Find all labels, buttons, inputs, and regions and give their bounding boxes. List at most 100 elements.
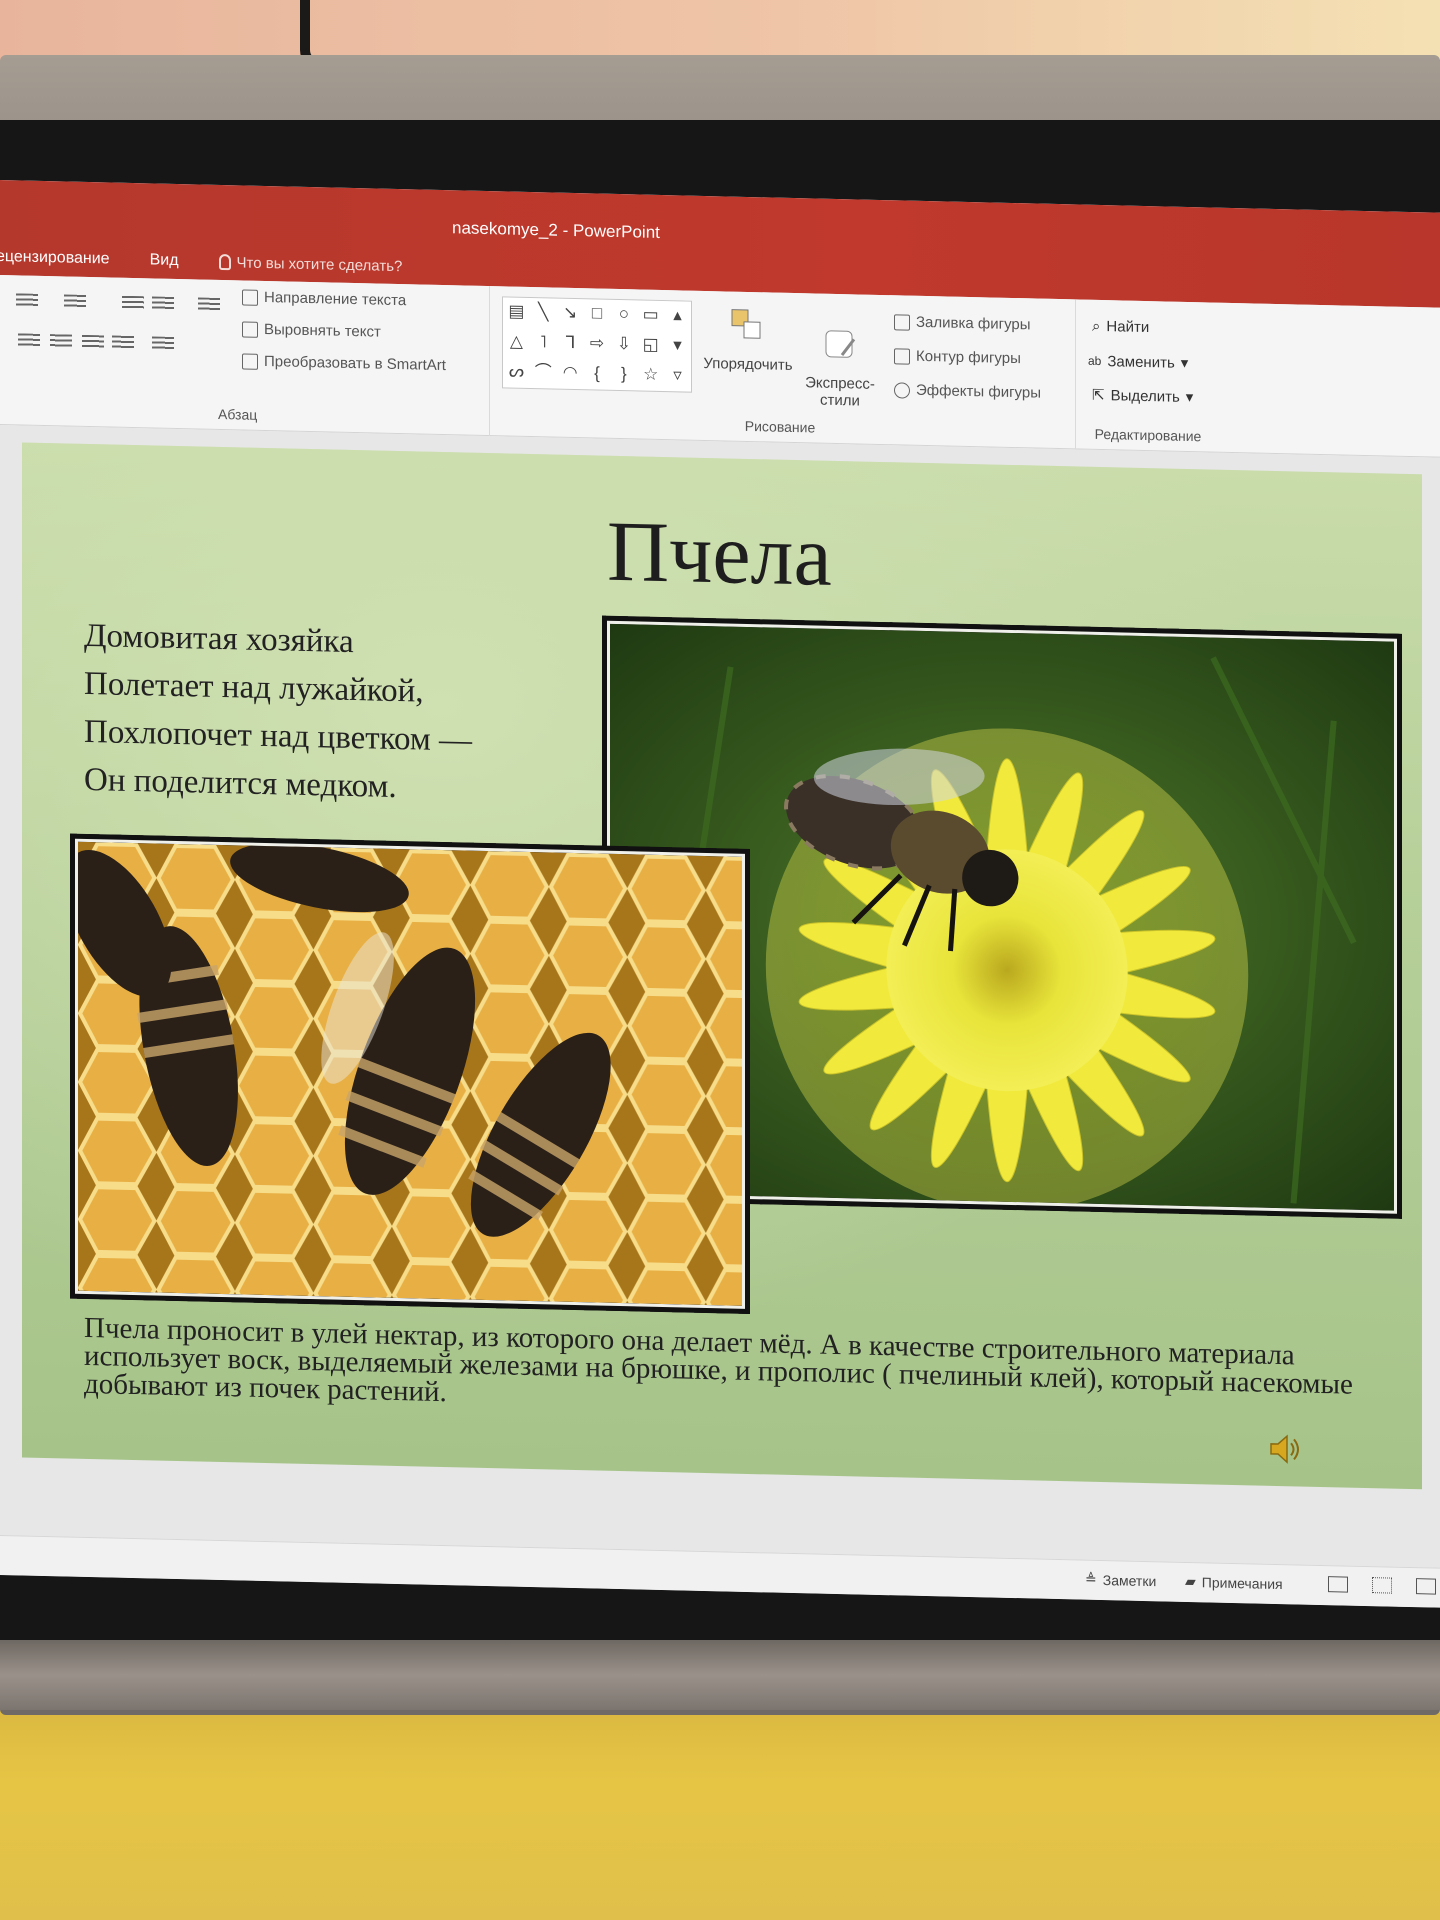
- drawing-group-label: Рисование: [744, 417, 816, 436]
- pencil-icon: [894, 347, 910, 365]
- find-label: Найти: [1106, 318, 1150, 337]
- rounded-rect-shape-icon[interactable]: ▭: [637, 300, 664, 331]
- decrease-indent-icon[interactable]: [122, 295, 144, 311]
- shape-fill-label: Заливка фигуры: [916, 313, 1031, 334]
- text-direction-icon: [242, 288, 258, 306]
- right-brace-shape-icon[interactable]: }: [610, 360, 637, 391]
- shape-outline-label: Контур фигуры: [916, 347, 1021, 368]
- tab-view[interactable]: Вид: [150, 251, 179, 270]
- justify-icon[interactable]: [112, 335, 134, 351]
- normal-view-icon[interactable]: [1328, 1576, 1348, 1593]
- down-arrow-shape-icon[interactable]: ⇩: [610, 330, 637, 361]
- notes-label: Заметки: [1102, 1571, 1157, 1589]
- oval-shape-icon[interactable]: ○: [610, 300, 637, 331]
- slide-sorter-icon[interactable]: [1372, 1577, 1392, 1594]
- slide[interactable]: Пчела Домовитая хозяйка Полетает над луж…: [22, 442, 1422, 1490]
- paragraph-group-label: Абзац: [218, 405, 258, 423]
- powerpoint-window: nasekomye_2 - PowerPoint ецензирование В…: [0, 180, 1440, 1608]
- textbox-shape-icon[interactable]: ▤: [503, 297, 530, 328]
- select-button[interactable]: ⇱ Выделить ▾: [1092, 386, 1193, 406]
- poem-line: Похлопочет над цветком —: [84, 713, 473, 759]
- lightbulb-icon: [218, 253, 231, 271]
- quick-styles-icon: [825, 330, 856, 358]
- scroll-up-icon[interactable]: ▴: [664, 301, 691, 332]
- align-left-icon[interactable]: [18, 333, 40, 348]
- arc-shape-icon[interactable]: ◠: [557, 359, 584, 390]
- notes-icon: ≜: [1085, 1570, 1097, 1587]
- tell-me-box[interactable]: Что вы хотите сделать?: [218, 253, 403, 275]
- callout-shape-icon[interactable]: ◱: [637, 330, 664, 361]
- poem-textbox[interactable]: Домовитая хозяйка Полетает над лужайкой,…: [84, 612, 472, 813]
- right-arrow-shape-icon[interactable]: ⇨: [584, 329, 611, 360]
- tell-me-placeholder: Что вы хотите сделать?: [236, 253, 403, 275]
- comments-button[interactable]: ▰ Примечания: [1185, 1573, 1283, 1592]
- rectangle-shape-icon[interactable]: □: [584, 299, 611, 330]
- align-text-button[interactable]: Выровнять текст: [242, 320, 381, 341]
- chevron-down-icon: ▾: [1185, 388, 1194, 407]
- align-text-label: Выровнять текст: [264, 320, 381, 341]
- editing-group-label: Редактирование: [1094, 425, 1202, 445]
- speaker-icon[interactable]: [1267, 1431, 1303, 1468]
- text-direction-button[interactable]: Направление текста: [242, 288, 406, 309]
- paragraph-group: Направление текста Выровнять текст Преоб…: [0, 275, 490, 437]
- elbow-connector-icon[interactable]: ᒣ: [557, 329, 584, 360]
- freeform-shape-icon[interactable]: ᔕ: [503, 357, 530, 388]
- bullets-icon[interactable]: [16, 293, 38, 308]
- shape-effects-label: Эффекты фигуры: [916, 381, 1042, 402]
- shape-outline-button[interactable]: Контур фигуры: [894, 347, 1021, 367]
- curve-shape-icon[interactable]: ⌒: [530, 358, 557, 389]
- numbering-icon[interactable]: [64, 294, 86, 309]
- align-right-icon[interactable]: [82, 334, 104, 350]
- arrange-icon: [731, 309, 761, 339]
- arrange-label: Упорядочить: [703, 354, 793, 374]
- poem-line: Полетает над лужайкой,: [84, 665, 424, 710]
- monitor-frame-bottom: [0, 1640, 1440, 1710]
- search-icon: ⌕: [1092, 317, 1101, 335]
- triangle-shape-icon[interactable]: △: [503, 327, 530, 358]
- effects-icon: [894, 381, 910, 399]
- text-direction-label: Направление текста: [264, 288, 407, 310]
- replace-label: Заменить: [1107, 352, 1175, 372]
- smartart-icon: [242, 352, 258, 370]
- honeycomb-bees-image: [75, 841, 742, 1306]
- smartart-label: Преобразовать в SmartArt: [264, 352, 446, 375]
- poem-line: Домовитая хозяйка: [84, 617, 354, 661]
- left-brace-shape-icon[interactable]: {: [584, 359, 611, 390]
- comments-label: Примечания: [1201, 1573, 1283, 1592]
- editing-group: ⌕ Найти ab Заменить ▾ ⇱ Выделить ▾ Редак…: [1075, 299, 1220, 453]
- star-shape-icon[interactable]: ☆: [637, 360, 664, 391]
- shapes-gallery[interactable]: ▤ ╲ ↘ □ ○ ▭ ▴ △ ˥ ᒣ ⇨ ⇩ ◱ ▾ ᔕ ⌒ ◠ { } ☆ …: [502, 296, 692, 393]
- columns-icon[interactable]: [152, 336, 174, 351]
- reading-view-icon[interactable]: [1416, 1578, 1436, 1595]
- arrange-button[interactable]: Упорядочить: [698, 305, 798, 374]
- cursor-icon: ⇱: [1092, 386, 1105, 405]
- honeycomb-bees-photo[interactable]: [70, 833, 750, 1315]
- replace-button[interactable]: ab Заменить ▾: [1088, 352, 1188, 372]
- slide-title[interactable]: Пчела: [607, 501, 832, 606]
- window-title: nasekomye_2 - PowerPoint: [452, 218, 660, 242]
- line-spacing-icon[interactable]: [198, 297, 220, 312]
- align-center-icon[interactable]: [50, 334, 72, 349]
- scroll-down-icon[interactable]: ▾: [664, 331, 691, 362]
- find-button[interactable]: ⌕ Найти: [1092, 318, 1149, 336]
- select-label: Выделить: [1110, 386, 1180, 406]
- quick-styles-label: Экспресс- стили: [805, 374, 875, 410]
- poem-line: Он поделится медком.: [84, 761, 397, 806]
- chevron-down-icon: ▾: [1180, 354, 1189, 372]
- shape-effects-button[interactable]: Эффекты фигуры: [894, 381, 1042, 402]
- description-textbox[interactable]: Пчела проносит в улей нектар, из которог…: [84, 1312, 1364, 1427]
- connector-shape-icon[interactable]: ˥: [530, 328, 557, 359]
- ribbon-tabs: ецензирование Вид Что вы хотите сделать?: [0, 242, 402, 281]
- more-shapes-icon[interactable]: ▿: [664, 361, 691, 392]
- shape-fill-button[interactable]: Заливка фигуры: [894, 313, 1031, 333]
- replace-icon: ab: [1088, 353, 1102, 368]
- line-shape-icon[interactable]: ╲: [530, 298, 557, 329]
- increase-indent-icon[interactable]: [152, 296, 174, 311]
- wall-background: [0, 1690, 1440, 1920]
- quick-styles-button[interactable]: Экспресс- стили: [800, 307, 880, 410]
- notes-button[interactable]: ≜ Заметки: [1085, 1571, 1156, 1590]
- smartart-button[interactable]: Преобразовать в SmartArt: [242, 352, 446, 374]
- arrow-line-shape-icon[interactable]: ↘: [557, 299, 584, 330]
- tab-review[interactable]: ецензирование: [0, 248, 110, 269]
- paint-bucket-icon: [894, 313, 910, 331]
